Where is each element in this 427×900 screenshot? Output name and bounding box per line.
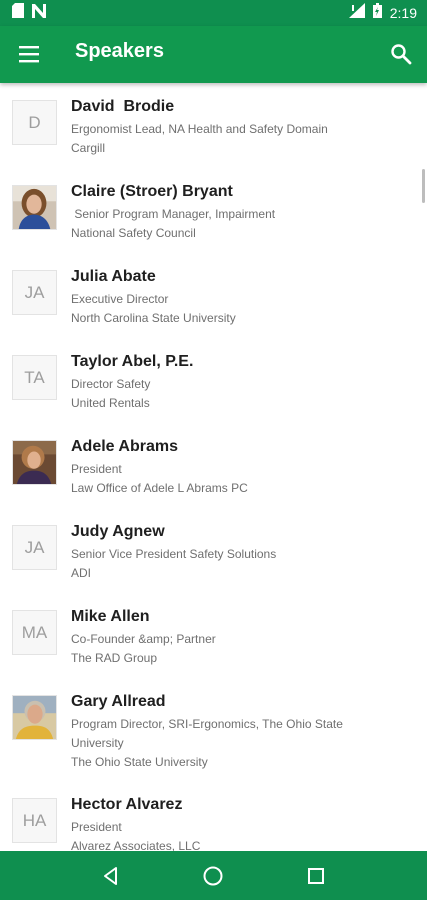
speaker-name: Taylor Abel, P.E. bbox=[71, 353, 194, 370]
speaker-row[interactable]: Adele Abrams President Law Office of Ade… bbox=[0, 423, 427, 508]
scrollbar-thumb[interactable] bbox=[422, 169, 425, 203]
signal-icon bbox=[348, 3, 365, 23]
avatar-photo bbox=[12, 185, 57, 230]
sd-card-icon bbox=[12, 3, 24, 23]
speaker-name: Judy Agnew bbox=[71, 523, 165, 540]
speaker-name: Julia Abate bbox=[71, 268, 156, 285]
status-right-icons: 2:19 bbox=[348, 3, 417, 23]
speaker-name: Adele Abrams bbox=[71, 438, 178, 455]
speaker-title-company: Senior Vice President Safety Solutions A… bbox=[71, 547, 277, 580]
speaker-row[interactable]: JA Judy Agnew Senior Vice President Safe… bbox=[0, 508, 427, 593]
speaker-row[interactable]: HA Hector Alvarez President Alvarez Asso… bbox=[0, 781, 427, 851]
speaker-row[interactable]: TA Taylor Abel, P.E. Director Safety Uni… bbox=[0, 338, 427, 423]
status-left-icons bbox=[12, 3, 46, 23]
speaker-name: Claire (Stroer) Bryant bbox=[71, 183, 233, 200]
speaker-title-company: President Alvarez Associates, LLC bbox=[71, 820, 201, 851]
avatar-initials: D bbox=[12, 100, 57, 145]
avatar-initials: JA bbox=[12, 525, 57, 570]
recents-icon[interactable] bbox=[302, 862, 330, 890]
battery-icon bbox=[372, 3, 382, 23]
avatar-initials: JA bbox=[12, 270, 57, 315]
speaker-title-company: Senior Program Manager, Impairment Natio… bbox=[71, 207, 276, 240]
avatar-initials: MA bbox=[12, 610, 57, 655]
speaker-title-company: Director Safety United Rentals bbox=[71, 377, 151, 410]
status-time: 2:19 bbox=[389, 5, 417, 21]
back-icon[interactable] bbox=[97, 862, 125, 890]
speaker-title-company: Co-Founder &amp; Partner The RAD Group bbox=[71, 632, 216, 665]
speaker-row[interactable]: Gary Allread Program Director, SRI-Ergon… bbox=[0, 678, 427, 781]
avatar-photo bbox=[12, 695, 57, 740]
n-notification-icon bbox=[32, 3, 46, 23]
system-nav-bar bbox=[0, 851, 427, 900]
page-title: Speakers bbox=[75, 40, 164, 62]
speaker-row[interactable]: D David Brodie Ergonomist Lead, NA Healt… bbox=[0, 83, 427, 168]
hamburger-menu-icon[interactable] bbox=[18, 44, 40, 64]
avatar-initials: TA bbox=[12, 355, 57, 400]
speaker-name: David Brodie bbox=[71, 98, 175, 115]
speaker-name: Gary Allread bbox=[71, 693, 166, 710]
speaker-title-company: Executive Director North Carolina State … bbox=[71, 292, 236, 325]
app-bar: Speakers bbox=[0, 26, 427, 83]
speaker-name: Mike Allen bbox=[71, 608, 150, 625]
speaker-row[interactable]: JA Julia Abate Executive Director North … bbox=[0, 253, 427, 338]
speaker-list[interactable]: D David Brodie Ergonomist Lead, NA Healt… bbox=[0, 83, 427, 851]
search-icon[interactable] bbox=[389, 42, 413, 66]
speaker-title-company: Program Director, SRI-Ergonomics, The Oh… bbox=[71, 717, 343, 769]
speaker-title-company: President Law Office of Adele L Abrams P… bbox=[71, 462, 248, 495]
speaker-title-company: Ergonomist Lead, NA Health and Safety Do… bbox=[71, 122, 328, 155]
status-bar: 2:19 bbox=[0, 0, 427, 26]
speaker-row[interactable]: MA Mike Allen Co-Founder &amp; Partner T… bbox=[0, 593, 427, 678]
speaker-row[interactable]: Claire (Stroer) Bryant Senior Program Ma… bbox=[0, 168, 427, 253]
speaker-name: Hector Alvarez bbox=[71, 796, 183, 813]
home-icon[interactable] bbox=[199, 862, 227, 890]
avatar-initials: HA bbox=[12, 798, 57, 843]
avatar-photo bbox=[12, 440, 57, 485]
